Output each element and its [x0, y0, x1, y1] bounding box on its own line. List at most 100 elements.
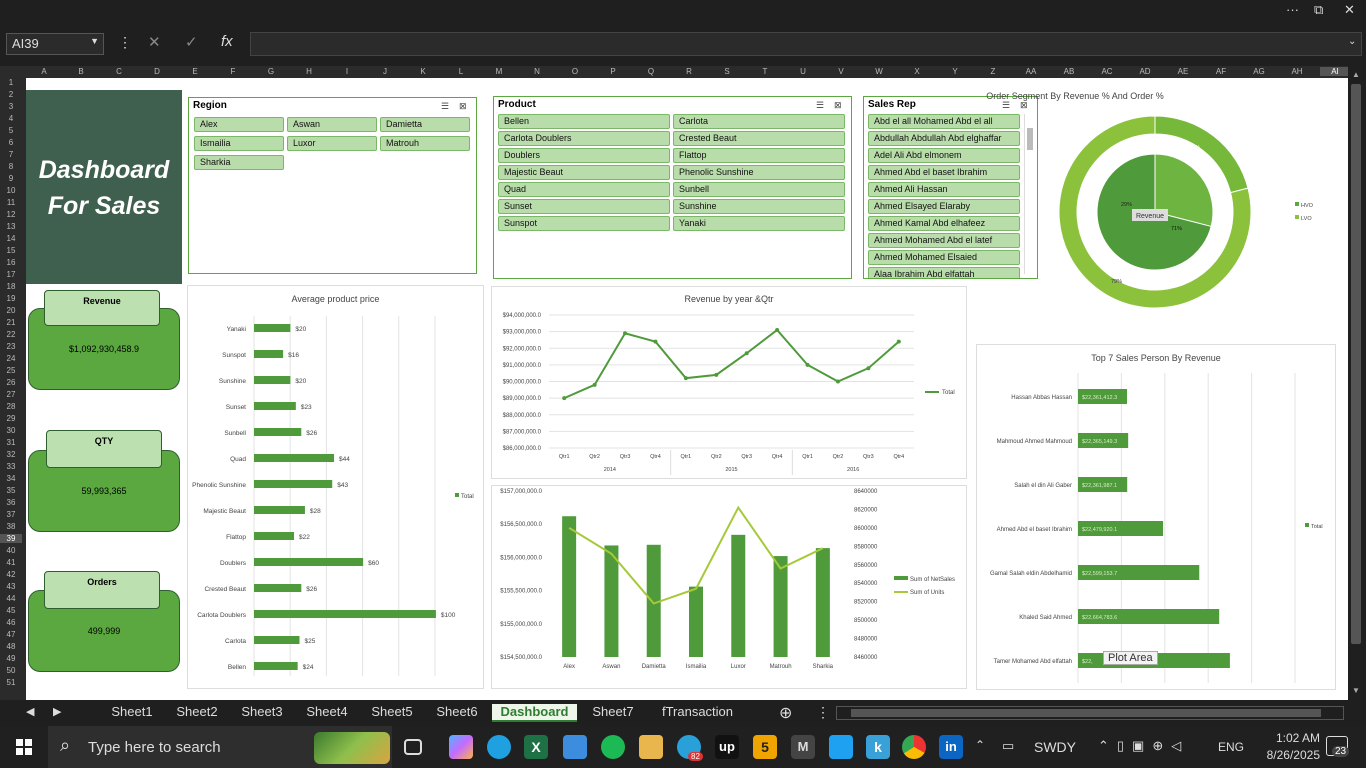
column-header[interactable]: A: [29, 67, 59, 76]
tab-sheet3[interactable]: Sheet3: [232, 704, 292, 722]
row-header[interactable]: 15: [0, 246, 22, 255]
tab-ftransaction[interactable]: fTransaction: [650, 704, 745, 722]
tab-sheet4[interactable]: Sheet4: [297, 704, 357, 722]
region-slicer-item[interactable]: Sharkia: [194, 155, 284, 170]
row-header[interactable]: 27: [0, 390, 22, 399]
row-header[interactable]: 33: [0, 462, 22, 471]
formula-input[interactable]: [250, 32, 1362, 56]
app-circle-icon[interactable]: [829, 735, 853, 759]
task-view-icon[interactable]: [404, 739, 422, 755]
row-header[interactable]: 3: [0, 102, 22, 111]
scroll-up-icon[interactable]: ▲: [1352, 70, 1360, 79]
column-header[interactable]: L: [446, 67, 476, 76]
column-header[interactable]: G: [256, 67, 286, 76]
product-slicer-item[interactable]: Yanaki: [673, 216, 845, 231]
product-slicer-item[interactable]: Quad: [498, 182, 670, 197]
top7-chart[interactable]: Top 7 Sales Person By Revenue Hassan Abb…: [976, 344, 1336, 690]
row-header[interactable]: 16: [0, 258, 22, 267]
product-slicer-item[interactable]: Crested Beaut: [673, 131, 845, 146]
column-header[interactable]: W: [864, 67, 894, 76]
row-header[interactable]: 28: [0, 402, 22, 411]
column-header[interactable]: T: [750, 67, 780, 76]
app-m-icon[interactable]: M: [791, 735, 815, 759]
column-header[interactable]: I: [332, 67, 362, 76]
row-header[interactable]: 40: [0, 546, 22, 555]
worksheet[interactable]: Dashboard For Sales Revenue $1,092,930,4…: [26, 78, 1348, 700]
product-slicer-item[interactable]: Carlota: [673, 114, 845, 129]
tabs-more-icon[interactable]: ⋮: [816, 704, 830, 721]
region-slicer-item[interactable]: Alex: [194, 117, 284, 132]
row-header[interactable]: 30: [0, 426, 22, 435]
restore-icon[interactable]: ⧉: [1314, 2, 1323, 18]
sales-rep-slicer-item[interactable]: Ahmed Kamal Abd elhafeez: [868, 216, 1020, 231]
tab-sheet7[interactable]: Sheet7: [582, 704, 644, 722]
vertical-scrollbar[interactable]: ▲ ▼: [1348, 66, 1366, 700]
tab-scroll-left-icon[interactable]: ◀: [26, 705, 34, 718]
row-header[interactable]: 22: [0, 330, 22, 339]
expand-formula-icon[interactable]: ⌄: [1348, 36, 1356, 47]
region-slicer-item[interactable]: Aswan: [287, 117, 377, 132]
column-header[interactable]: AI: [1320, 67, 1350, 76]
product-slicer-item[interactable]: Doublers: [498, 148, 670, 163]
row-header[interactable]: 20: [0, 306, 22, 315]
upwork-icon[interactable]: up: [715, 735, 739, 759]
row-header[interactable]: 12: [0, 210, 22, 219]
column-header[interactable]: AC: [1092, 67, 1122, 76]
column-header[interactable]: AG: [1244, 67, 1274, 76]
row-header[interactable]: 46: [0, 618, 22, 627]
column-header[interactable]: F: [218, 67, 248, 76]
product-slicer-item[interactable]: Majestic Beaut: [498, 165, 670, 180]
region-slicer-item[interactable]: Ismailia: [194, 136, 284, 151]
row-header[interactable]: 24: [0, 354, 22, 363]
row-header[interactable]: 4: [0, 114, 22, 123]
sales-rep-slicer-item[interactable]: Ahmed Mohamed Abd el latef: [868, 233, 1020, 248]
column-header[interactable]: X: [902, 67, 932, 76]
sales-rep-slicer-item[interactable]: Abdullah Abdullah Abd elghaffar: [868, 131, 1020, 146]
row-header[interactable]: 19: [0, 294, 22, 303]
multi-select-icon[interactable]: ☰: [1002, 100, 1010, 111]
product-slicer-item[interactable]: Bellen: [498, 114, 670, 129]
clock-date[interactable]: 8/26/2025: [1252, 748, 1320, 762]
row-header[interactable]: 49: [0, 654, 22, 663]
tab-sheet2[interactable]: Sheet2: [167, 704, 227, 722]
region-slicer-item[interactable]: Luxor: [287, 136, 377, 151]
row-header[interactable]: 31: [0, 438, 22, 447]
column-header[interactable]: P: [598, 67, 628, 76]
row-header[interactable]: 45: [0, 606, 22, 615]
row-header[interactable]: 42: [0, 570, 22, 579]
sales-rep-slicer-item[interactable]: Abd el all Mohamed Abd el all: [868, 114, 1020, 129]
column-header[interactable]: AH: [1282, 67, 1312, 76]
row-header[interactable]: 43: [0, 582, 22, 591]
product-slicer[interactable]: Product ☰ ⊠ Bellen Carlota Carlota Doubler…: [493, 96, 852, 279]
region-slicer[interactable]: Region ☰ ⊠ Alex Aswan Damietta Ismailia Luxo…: [188, 97, 477, 274]
edge-icon[interactable]: [487, 735, 511, 759]
chevron-down-icon[interactable]: ▼: [90, 36, 99, 46]
row-header[interactable]: 6: [0, 138, 22, 147]
spotify-icon[interactable]: [601, 735, 625, 759]
weather-icon[interactable]: ▭: [1002, 738, 1014, 754]
cancel-icon[interactable]: ✕: [148, 33, 161, 51]
row-header[interactable]: 1: [0, 78, 22, 87]
app-5-icon[interactable]: 5: [753, 735, 777, 759]
region-slicer-item[interactable]: Matrouh: [380, 136, 470, 151]
row-header[interactable]: 23: [0, 342, 22, 351]
avg-price-chart[interactable]: Average product price Yanaki $20 Sunspot $1…: [187, 285, 484, 689]
row-header[interactable]: 2: [0, 90, 22, 99]
app-k-icon[interactable]: k: [866, 735, 890, 759]
product-slicer-item[interactable]: Sunshine: [673, 199, 845, 214]
name-box[interactable]: AI39 ▼: [6, 33, 104, 55]
row-header[interactable]: 34: [0, 474, 22, 483]
product-slicer-item[interactable]: Carlota Doublers: [498, 131, 670, 146]
row-header[interactable]: 26: [0, 378, 22, 387]
laptop-icon[interactable]: [563, 735, 587, 759]
column-header[interactable]: AA: [1016, 67, 1046, 76]
row-header[interactable]: 8: [0, 162, 22, 171]
system-tray-icons[interactable]: ⌃▯▣⊕◁: [1098, 738, 1189, 754]
tab-sheet1[interactable]: Sheet1: [102, 704, 162, 722]
weather-label[interactable]: SWDY: [1034, 739, 1076, 755]
column-header[interactable]: M: [484, 67, 514, 76]
sales-rep-slicer-item[interactable]: Alaa Ibrahim Abd elfattah: [868, 267, 1020, 278]
region-slicer-item[interactable]: Damietta: [380, 117, 470, 132]
column-header[interactable]: J: [370, 67, 400, 76]
row-header[interactable]: 25: [0, 366, 22, 375]
